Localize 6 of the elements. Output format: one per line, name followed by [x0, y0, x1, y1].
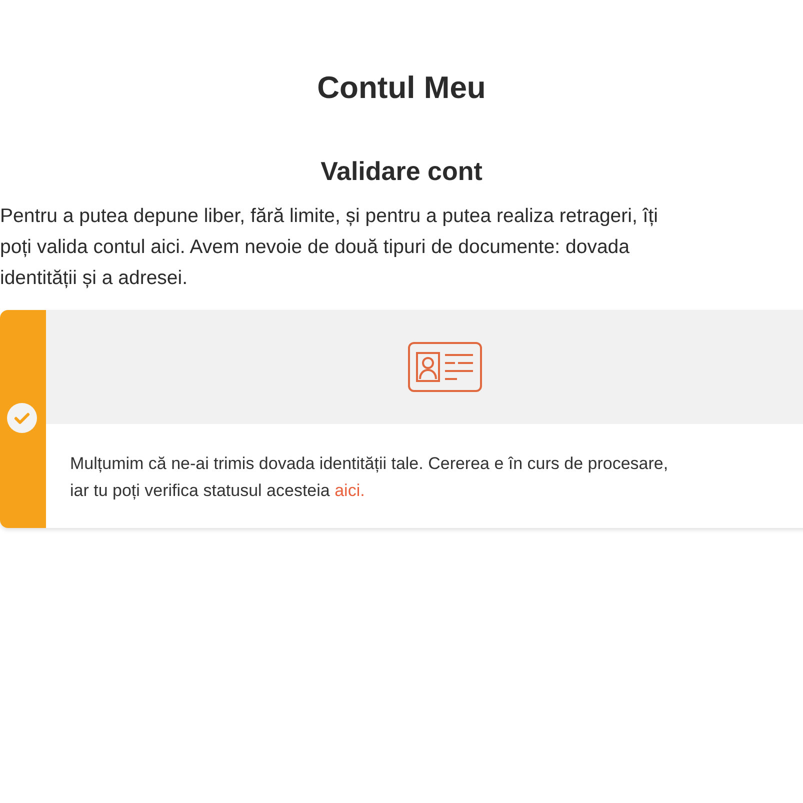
status-link[interactable]: aici.: [334, 481, 365, 500]
confirmation-message: Mulțumim că ne-ai trimis dovada identității tale. Cererea e în curs de procesare, iar tu poți verifica statusul acesteia aici.: [70, 453, 668, 502]
page-title: Contul Meu: [316, 69, 487, 107]
id-card-icon: [408, 342, 482, 392]
intro-paragraph: Pentru a putea depune liber, fără limite, și pentru a putea realiza retrageri, îți poți valida contul aici. Avem nevoie de două tipuri de documente: dovada identității și a adresei.: [0, 204, 658, 291]
section-title: Validare cont: [320, 155, 484, 187]
